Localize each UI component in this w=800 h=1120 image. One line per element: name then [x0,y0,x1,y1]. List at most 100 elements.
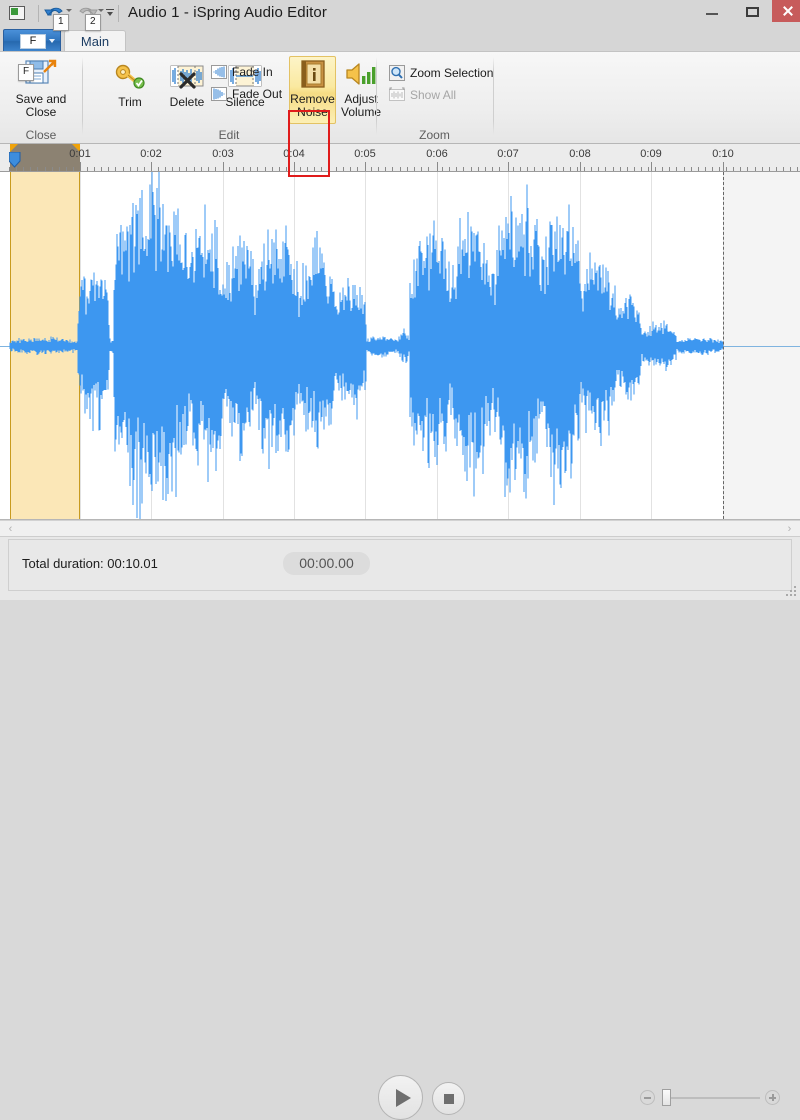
ruler-tick-minor [321,167,322,171]
undo-dropdown-caret-icon[interactable] [66,9,72,12]
ruler-tick-minor [478,167,479,171]
ruler-tick-minor [123,167,124,171]
ruler-tick-minor [598,167,599,171]
ruler-tick-minor [797,167,798,171]
ribbon-tab-strip: F Main F [0,28,800,81]
ruler-tick-minor [676,167,677,171]
ruler-tick-minor [740,167,741,171]
ruler-tick-minor [570,167,571,171]
ruler-tick-minor [421,167,422,171]
ruler-tick-minor [641,167,642,171]
ruler-tick-minor [762,167,763,171]
play-button[interactable] [378,1075,423,1120]
keytip-redo: 2 [85,14,101,31]
ruler-tick-minor [314,167,315,171]
ruler-tick-minor [101,167,102,171]
ruler-tick-label: 0:06 [426,148,448,160]
customize-quick-access-toolbar-button[interactable] [106,7,116,19]
ribbon-group-separator-3 [493,57,494,135]
ruler-tick-minor [243,167,244,171]
ruler-tick-minor [201,167,202,171]
zoom-in-icon[interactable] [765,1090,780,1105]
ruler-tick-minor [165,167,166,171]
delete-button[interactable]: Delete [159,62,215,109]
ruler-tick-label: 0:07 [497,148,519,160]
zoom-slider-thumb[interactable] [662,1089,671,1106]
delete-waveform-icon [170,65,204,89]
save-and-close-button[interactable]: Save and Close [4,58,78,119]
zoom-slider-track[interactable] [662,1097,760,1099]
ruler-tick-minor [87,167,88,171]
ispring-audio-editor-window: Audio 1 - iSpring Audio Editor 1 2 F Mai… [0,0,800,1120]
transport-bar: Total duration: 00:10.01 00:00.00 [0,537,800,1120]
ruler-tick-minor [712,167,713,171]
chevron-down-icon [49,39,55,43]
ruler-tick-minor [783,167,784,171]
ruler-tick-major [437,162,438,171]
ruler-tick-minor [584,167,585,171]
ruler-tick-minor [442,167,443,171]
ribbon-group-label-edit: Edit [218,128,240,142]
tab-file[interactable]: F [3,29,61,52]
ruler-tick-major [508,162,509,171]
ruler-tick-major [651,162,652,171]
horizontal-scrollbar[interactable]: ‹ › [0,520,800,537]
ruler-tick-minor [229,167,230,171]
ruler-tick-label: 0:05 [354,148,376,160]
ruler-tick-minor [684,167,685,171]
ruler-tick-minor [265,167,266,171]
ruler-tick-minor [776,167,777,171]
ruler-tick-minor [755,167,756,171]
zoom-slider[interactable] [640,1088,780,1108]
ruler-tick-minor [613,167,614,171]
stop-button[interactable] [432,1082,465,1115]
playhead-marker[interactable] [8,151,21,168]
ruler-tick-minor [492,167,493,171]
remove-noise-line2: Noise [297,105,328,119]
ribbon-group-label-zoom: Zoom [419,128,450,142]
play-icon [396,1089,411,1107]
waveform-graphic [9,172,724,519]
resize-grip[interactable] [786,586,798,598]
ruler-tick-minor [37,167,38,171]
selection-handle-left[interactable] [10,144,18,152]
scroll-right-arrow-icon[interactable]: › [781,521,798,537]
ruler-tick-major [365,162,366,171]
ruler-tick-minor [747,167,748,171]
ribbon: Save and Close Close Trim Delete Silence… [0,51,800,177]
maximize-icon [746,7,759,17]
ruler-tick-minor [705,167,706,171]
ruler-tick-label: 0:09 [640,148,662,160]
waveform-canvas[interactable] [0,172,800,519]
ruler-tick-major [723,162,724,171]
remove-noise-button[interactable]: Remove Noise [289,60,336,119]
ruler-tick-minor [59,167,60,171]
redo-dropdown-caret-icon[interactable] [98,9,104,12]
close-button[interactable] [772,0,800,22]
tab-main[interactable]: Main [64,30,126,52]
ruler-tick-minor [286,167,287,171]
stop-icon [444,1094,454,1104]
scroll-left-arrow-icon[interactable]: ‹ [2,521,19,537]
ruler-tick-minor [485,167,486,171]
close-icon [782,6,792,16]
trim-button[interactable]: Trim [105,62,155,109]
fade-in-icon [211,65,227,79]
zoom-out-icon[interactable] [640,1090,655,1105]
trim-label: Trim [118,95,142,109]
ruler-tick-minor [279,167,280,171]
ruler-tick-minor [790,167,791,171]
ruler-tick-minor [719,167,720,171]
timeline-ruler[interactable]: 0:01 0:02 0:03 0:04 0:05 0:06 0:07 0:08 0:09 0:10 [0,144,800,172]
magnifier-icon [389,65,405,81]
ruler-tick-minor [94,167,95,171]
minimize-button[interactable] [692,0,732,22]
maximize-button[interactable] [732,0,772,22]
ruler-tick-minor [556,167,557,171]
window-title: Audio 1 - iSpring Audio Editor [128,4,327,21]
ruler-tick-label: 0:04 [283,148,305,160]
ruler-tick-minor [726,167,727,171]
ruler-tick-label: 0:10 [712,148,734,160]
ruler-tick-minor [698,167,699,171]
ruler-tick-minor [542,167,543,171]
